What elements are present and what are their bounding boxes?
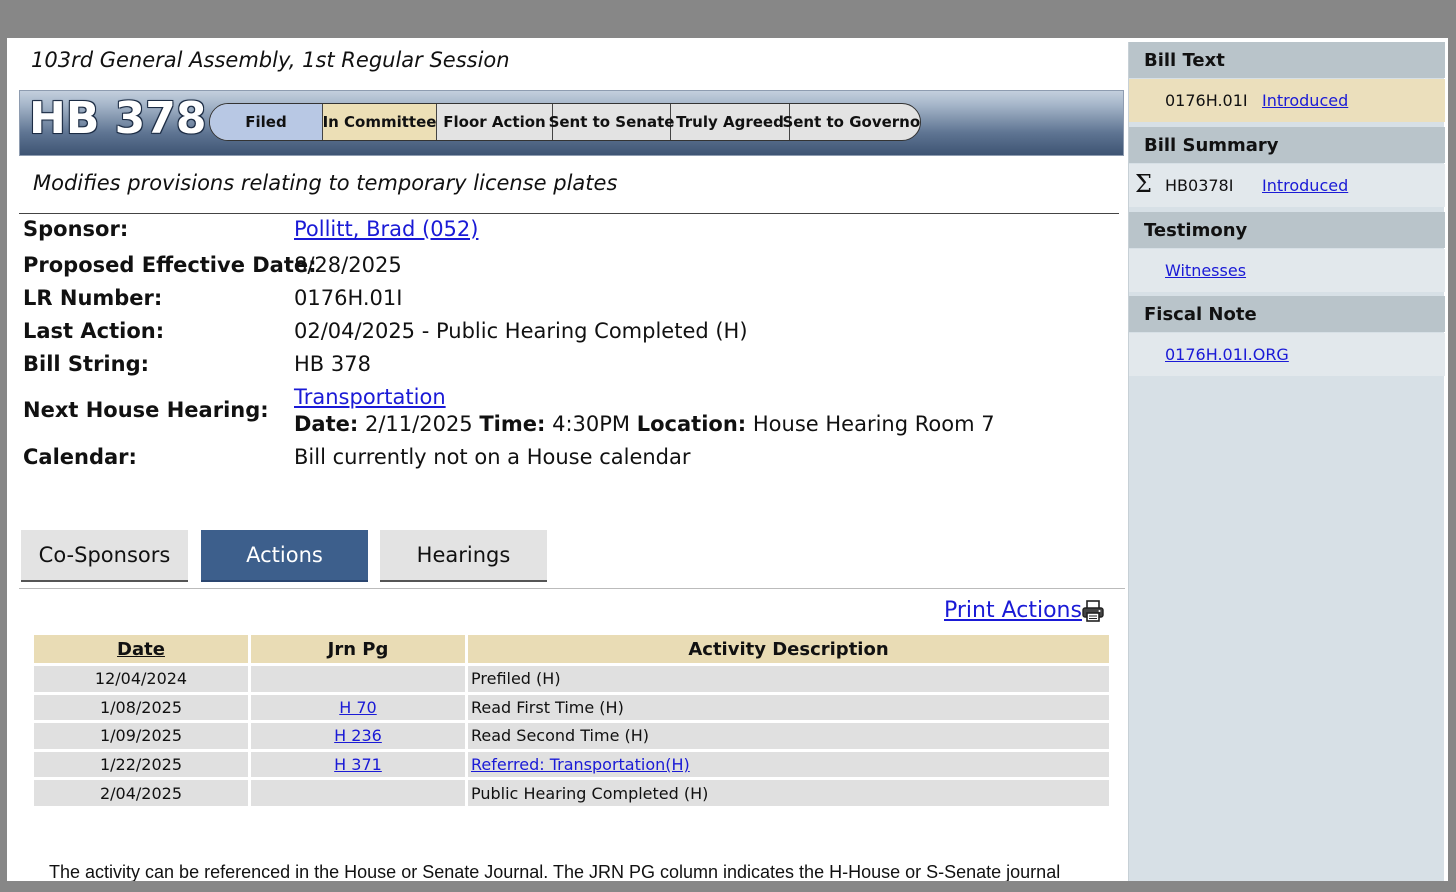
tab-co-sponsors[interactable]: Co-Sponsors (21, 530, 188, 582)
journal-footnote: The activity can be referenced in the Ho… (49, 862, 1061, 881)
divider (19, 213, 1119, 214)
printer-icon[interactable] (1081, 599, 1105, 623)
next-hearing-label: Next House Hearing: (23, 398, 269, 422)
bill-description: Modifies provisions relating to temporar… (33, 171, 618, 195)
tab-hearings[interactable]: Hearings (380, 530, 547, 582)
divider (19, 588, 1125, 589)
action-date: 2/04/2025 (34, 780, 248, 806)
sigma-icon: Σ (1135, 170, 1152, 198)
status-step-filed: Filed (210, 104, 323, 140)
tab-actions[interactable]: Actions (201, 530, 368, 582)
action-description: Prefiled (H) (468, 666, 1109, 692)
bill-summary-introduced-link[interactable]: Introduced (1262, 176, 1348, 195)
next-hearing-details: Date: 2/11/2025 Time: 4:30PM Location: H… (294, 412, 995, 436)
column-header-activity: Activity Description (468, 635, 1109, 663)
table-row: 1/22/2025 H 371 Referred: Transportation… (34, 751, 1109, 778)
bill-string-value: HB 378 (294, 352, 371, 376)
bill-text-heading: Bill Text (1129, 42, 1445, 78)
last-action-value: 02/04/2025 - Public Hearing Completed (H… (294, 319, 748, 343)
testimony-heading: Testimony (1129, 212, 1445, 248)
column-header-jrn-pg: Jrn Pg (251, 635, 465, 663)
status-step-truly-agreed: Truly Agreed (671, 104, 790, 140)
sponsor-link[interactable]: Pollitt, Brad (052) (294, 217, 478, 241)
fiscal-note-link[interactable]: 0176H.01I.ORG (1165, 345, 1289, 364)
bill-documents-sidebar: Bill Text 0176H.01I Introduced Bill Summ… (1128, 38, 1448, 881)
action-description: Read First Time (H) (468, 694, 1109, 721)
status-step-floor-action: Floor Action (437, 104, 553, 140)
action-date: 1/22/2025 (34, 751, 248, 778)
witnesses-link[interactable]: Witnesses (1165, 261, 1246, 280)
lr-number-value: 0176H.01I (294, 286, 403, 310)
hearing-location-label: Location: (636, 412, 747, 436)
table-header-row: Date Jrn Pg Activity Description (34, 635, 1109, 663)
lr-number-label: LR Number: (23, 286, 163, 310)
last-action-label: Last Action: (23, 319, 165, 343)
sort-date-link[interactable]: Date (117, 639, 165, 660)
action-date: 12/04/2024 (34, 666, 248, 692)
actions-table: Date Jrn Pg Activity Description 12/04/2… (31, 632, 1112, 809)
journal-page-link[interactable]: H 371 (334, 755, 382, 774)
journal-page (251, 780, 465, 806)
calendar-value: Bill currently not on a House calendar (294, 445, 691, 469)
status-step-sent-to-senate: Sent to Senate (549, 104, 674, 140)
journal-page-cell: H 236 (251, 723, 465, 749)
print-actions-link[interactable]: Print Actions (944, 598, 1082, 623)
sponsor-label: Sponsor: (23, 217, 129, 241)
table-row: 2/04/2025 Public Hearing Completed (H) (34, 780, 1109, 806)
bill-string-label: Bill String: (23, 352, 150, 376)
bill-text-id: 0176H.01I (1165, 91, 1248, 110)
action-date: 1/09/2025 (34, 723, 248, 749)
journal-page-link[interactable]: H 70 (339, 698, 376, 717)
main-content: 103rd General Assembly, 1st Regular Sess… (7, 38, 1127, 881)
hearing-location-value: House Hearing Room 7 (752, 412, 995, 436)
action-description-cell: Referred: Transportation(H) (468, 751, 1109, 778)
table-row: 1/08/2025 H 70 Read First Time (H) (34, 694, 1109, 721)
next-hearing-committee-link[interactable]: Transportation (294, 385, 446, 409)
hearing-time-value: 4:30PM (552, 412, 631, 436)
testimony-row: Witnesses (1129, 249, 1445, 292)
bill-header: HB 378 Filed In Committee Floor Action S… (19, 90, 1124, 156)
action-description: Read Second Time (H) (468, 723, 1109, 749)
action-date: 1/08/2025 (34, 694, 248, 721)
page: 103rd General Assembly, 1st Regular Sess… (7, 38, 1448, 881)
table-row: 12/04/2024 Prefiled (H) (34, 666, 1109, 692)
column-header-date[interactable]: Date (34, 635, 248, 663)
journal-page-link[interactable]: H 236 (334, 726, 382, 745)
table-row: 1/09/2025 H 236 Read Second Time (H) (34, 723, 1109, 749)
bill-text-introduced-link[interactable]: Introduced (1262, 91, 1348, 110)
bill-summary-row: Σ HB0378I Introduced (1129, 164, 1445, 207)
bill-status-steps: Filed In Committee Floor Action Sent to … (209, 103, 921, 141)
bill-text-row: 0176H.01I Introduced (1129, 79, 1445, 122)
referred-committee-link[interactable]: Referred: Transportation(H) (471, 755, 690, 774)
hearing-time-label: Time: (479, 412, 546, 436)
journal-page-cell: H 70 (251, 694, 465, 721)
journal-page (251, 666, 465, 692)
journal-page-cell: H 371 (251, 751, 465, 778)
effective-date-label: Proposed Effective Date: (23, 253, 317, 277)
session-title: 103rd General Assembly, 1st Regular Sess… (31, 48, 510, 72)
bill-summary-id: HB0378I (1165, 176, 1234, 195)
fiscal-note-row: 0176H.01I.ORG (1129, 333, 1445, 376)
sidebar-panel: Bill Text 0176H.01I Introduced Bill Summ… (1128, 42, 1445, 881)
hearing-date-value: 2/11/2025 (364, 412, 473, 436)
calendar-label: Calendar: (23, 445, 137, 469)
fiscal-note-heading: Fiscal Note (1129, 296, 1445, 332)
effective-date-value: 8/28/2025 (294, 253, 402, 277)
bill-number: HB 378 (29, 93, 207, 144)
bill-summary-heading: Bill Summary (1129, 127, 1445, 163)
action-description: Public Hearing Completed (H) (468, 780, 1109, 806)
status-step-sent-to-governor: Sent to Governor (782, 113, 921, 131)
status-step-in-committee: In Committee (323, 104, 437, 140)
hearing-date-label: Date: (294, 412, 359, 436)
